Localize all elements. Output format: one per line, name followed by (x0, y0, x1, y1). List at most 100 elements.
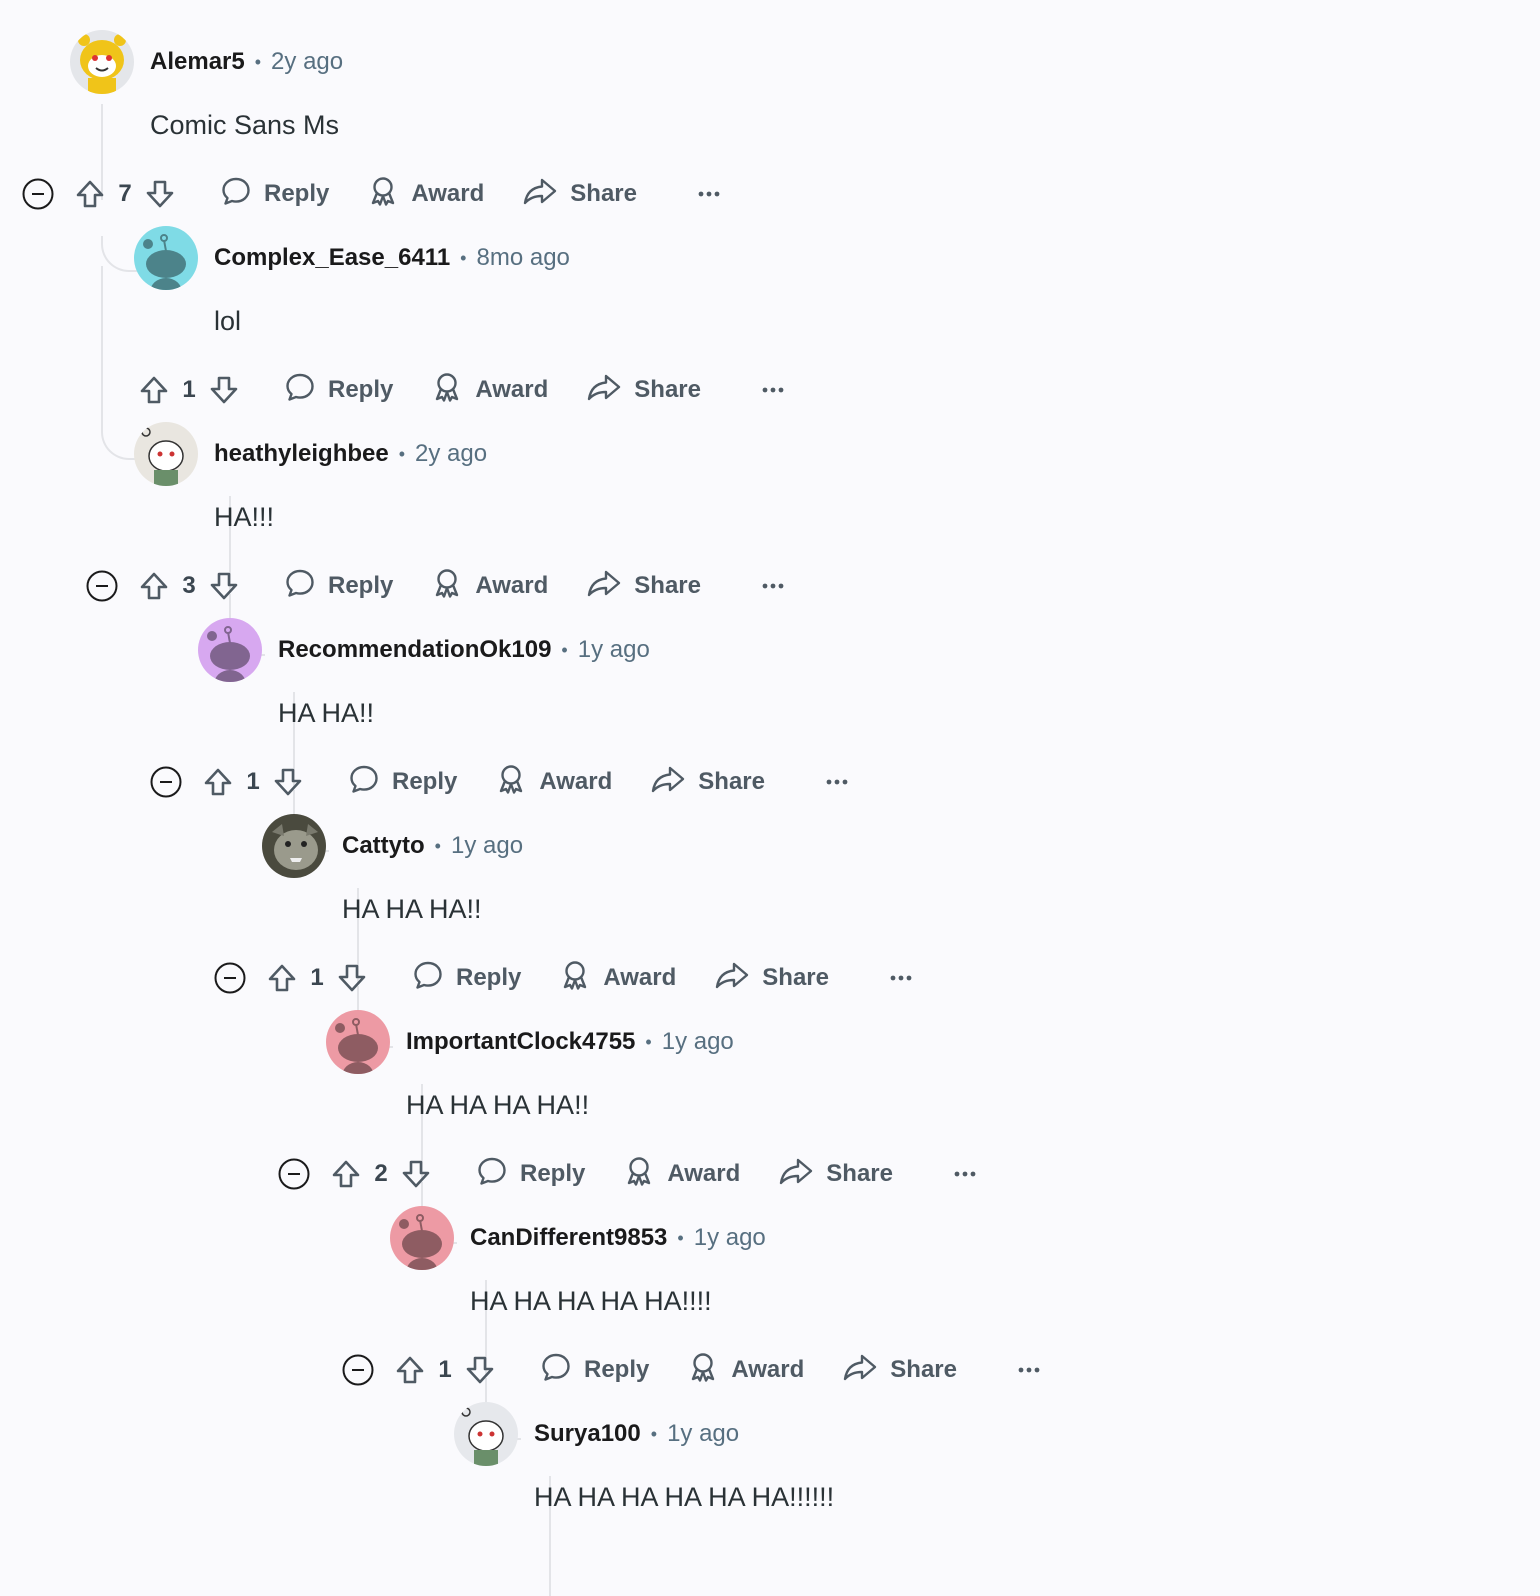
collapse-icon[interactable] (22, 178, 54, 210)
collapse-icon[interactable] (342, 1354, 374, 1386)
avatar[interactable] (454, 1402, 518, 1466)
timestamp[interactable]: 1y ago (667, 1420, 739, 1448)
upvote-arrow-icon[interactable] (198, 762, 238, 802)
username[interactable]: RecommendationOk109 (278, 636, 551, 664)
share-button[interactable]: Share (714, 959, 829, 998)
avatar[interactable] (198, 618, 262, 682)
timestamp[interactable]: 2y ago (271, 48, 343, 76)
collapse-icon[interactable] (86, 570, 118, 602)
timestamp[interactable]: 1y ago (451, 832, 523, 860)
share-label: Share (570, 180, 637, 207)
share-button[interactable]: Share (650, 763, 765, 802)
share-button[interactable]: Share (586, 371, 701, 410)
comment-actions: 3 Reply Award Share (86, 562, 793, 610)
share-button[interactable]: Share (778, 1155, 893, 1194)
award-button[interactable]: Award (431, 371, 548, 410)
share-label: Share (698, 768, 765, 795)
reply-button[interactable]: Reply (348, 763, 457, 802)
avatar[interactable] (134, 422, 198, 486)
downvote-arrow-icon[interactable] (268, 762, 308, 802)
speech-bubble-icon (284, 371, 328, 410)
username[interactable]: Cattyto (342, 832, 425, 860)
collapse-icon[interactable] (214, 962, 246, 994)
award-label: Award (667, 1160, 741, 1187)
avatar[interactable] (390, 1206, 454, 1270)
timestamp[interactable]: 1y ago (662, 1028, 734, 1056)
username[interactable]: CanDifferent9853 (470, 1224, 667, 1252)
ellipsis-icon[interactable] (945, 1154, 985, 1194)
comment-text: HA!!! (214, 502, 275, 532)
share-button[interactable]: Share (522, 175, 637, 214)
reply-button[interactable]: Reply (284, 567, 393, 606)
vote-count: 1 (310, 964, 324, 991)
downvote-arrow-icon[interactable] (140, 174, 180, 214)
reply-button[interactable]: Reply (540, 1351, 649, 1390)
separator-dot: • (645, 1031, 652, 1052)
award-label: Award (411, 180, 485, 207)
upvote-arrow-icon[interactable] (134, 566, 174, 606)
reply-label: Reply (328, 572, 394, 599)
share-button[interactable]: Share (586, 567, 701, 606)
downvote-arrow-icon[interactable] (396, 1154, 436, 1194)
upvote-arrow-icon[interactable] (262, 958, 302, 998)
upvote-arrow-icon[interactable] (326, 1154, 366, 1194)
upvote-arrow-icon[interactable] (134, 370, 174, 410)
timestamp[interactable]: 1y ago (578, 636, 650, 664)
avatar[interactable] (70, 30, 134, 94)
vote-count: 1 (246, 768, 260, 795)
ellipsis-icon[interactable] (689, 174, 729, 214)
downvote-arrow-icon[interactable] (204, 370, 244, 410)
speech-bubble-icon (412, 959, 456, 998)
share-label: Share (634, 376, 701, 403)
award-button[interactable]: Award (559, 959, 676, 998)
separator-dot: • (460, 247, 467, 268)
award-label: Award (475, 376, 549, 403)
avatar[interactable] (134, 226, 198, 290)
username[interactable]: ImportantClock4755 (406, 1028, 635, 1056)
downvote-arrow-icon[interactable] (204, 566, 244, 606)
username[interactable]: Alemar5 (150, 48, 245, 76)
award-button[interactable]: Award (367, 175, 484, 214)
timestamp[interactable]: 1y ago (694, 1224, 766, 1252)
username[interactable]: Surya100 (534, 1420, 641, 1448)
collapse-icon[interactable] (150, 766, 182, 798)
share-arrow-icon (778, 1155, 826, 1194)
separator-dot: • (561, 639, 568, 660)
ellipsis-icon[interactable] (753, 370, 793, 410)
separator-dot: • (677, 1227, 684, 1248)
upvote-arrow-icon[interactable] (70, 174, 110, 214)
award-button[interactable]: Award (687, 1351, 804, 1390)
timestamp[interactable]: 2y ago (415, 440, 487, 468)
collapse-icon[interactable] (278, 1158, 310, 1190)
award-button[interactable]: Award (495, 763, 612, 802)
comment-header: RecommendationOk109 • 1y ago (198, 618, 650, 682)
comment-text: Comic Sans Ms (150, 110, 340, 140)
comment-actions: 1 Reply Award Share (214, 954, 921, 1002)
award-label: Award (475, 572, 549, 599)
ellipsis-icon[interactable] (817, 762, 857, 802)
ellipsis-icon[interactable] (753, 566, 793, 606)
reply-button[interactable]: Reply (412, 959, 521, 998)
share-button[interactable]: Share (842, 1351, 957, 1390)
ellipsis-icon[interactable] (1009, 1350, 1049, 1390)
timestamp[interactable]: 8mo ago (476, 244, 569, 272)
award-ribbon-icon (495, 763, 539, 802)
downvote-arrow-icon[interactable] (460, 1350, 500, 1390)
reply-label: Reply (264, 180, 330, 207)
username[interactable]: Complex_Ease_6411 (214, 244, 450, 272)
reply-button[interactable]: Reply (220, 175, 329, 214)
ellipsis-icon[interactable] (881, 958, 921, 998)
reply-button[interactable]: Reply (476, 1155, 585, 1194)
speech-bubble-icon (220, 175, 264, 214)
share-label: Share (826, 1160, 893, 1187)
username[interactable]: heathyleighbee (214, 440, 389, 468)
avatar[interactable] (262, 814, 326, 878)
reply-label: Reply (392, 768, 458, 795)
comment-text: HA HA HA HA HA HA!!!!!! (534, 1482, 835, 1512)
award-button[interactable]: Award (431, 567, 548, 606)
upvote-arrow-icon[interactable] (390, 1350, 430, 1390)
downvote-arrow-icon[interactable] (332, 958, 372, 998)
avatar[interactable] (326, 1010, 390, 1074)
award-button[interactable]: Award (623, 1155, 740, 1194)
reply-button[interactable]: Reply (284, 371, 393, 410)
